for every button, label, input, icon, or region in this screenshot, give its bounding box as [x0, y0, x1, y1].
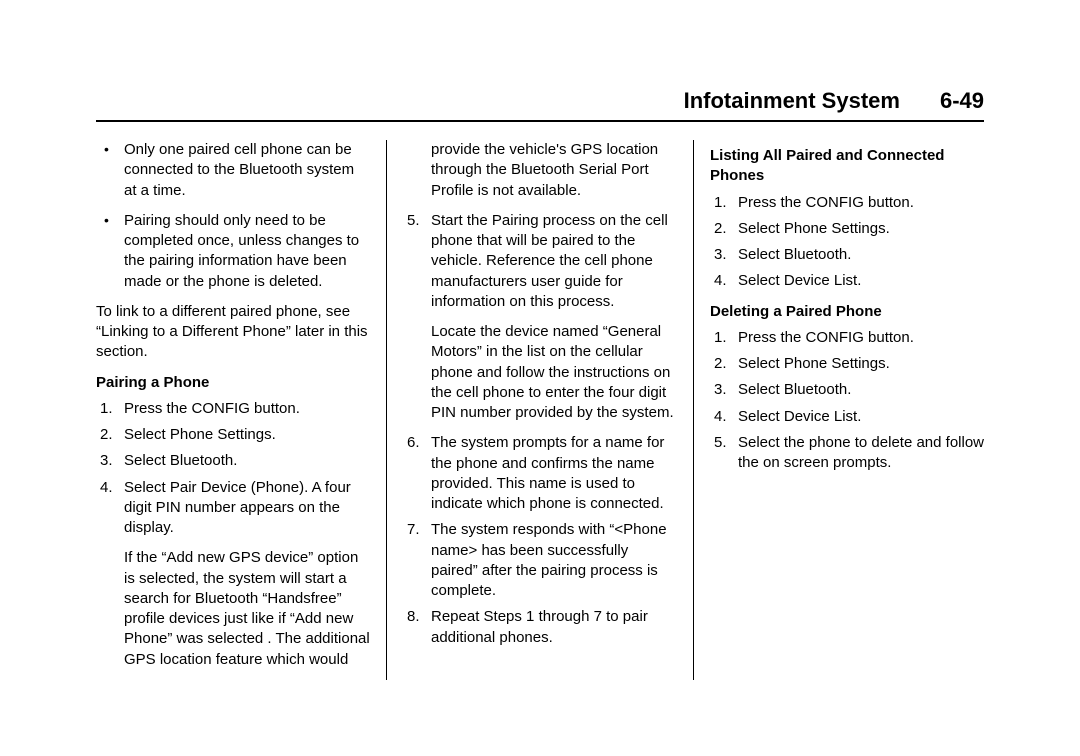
section-title: Infotainment System: [684, 88, 900, 114]
step-item: Select Bluetooth.: [732, 380, 984, 400]
info-bullets: Only one paired cell phone can be connec…: [96, 140, 370, 292]
step-item: Select Pair Device (Phone). A four digit…: [118, 478, 370, 539]
deleting-steps: Press the CONFIG button. Select Phone Se…: [710, 328, 984, 474]
bullet-item: Only one paired cell phone can be connec…: [114, 140, 370, 201]
listing-heading: Listing All Paired and Connected Phones: [710, 146, 984, 187]
step-item: The system prompts for a name for the ph…: [425, 433, 677, 514]
bullet-item: Pairing should only need to be completed…: [114, 211, 370, 292]
column-1: Only one paired cell phone can be connec…: [96, 140, 386, 680]
step-item: Select Bluetooth.: [118, 451, 370, 471]
pairing-steps-continued-2: The system prompts for a name for the ph…: [403, 433, 677, 648]
step-item: Repeat Steps 1 through 7 to pair additio…: [425, 607, 677, 648]
step-item: Select Phone Settings.: [732, 219, 984, 239]
step-subtext: Locate the device named “General Motors”…: [431, 322, 677, 423]
step-item: The system responds with “<Phone name> h…: [425, 520, 677, 601]
step-item: Select Device List.: [732, 271, 984, 291]
manual-page: Infotainment System 6-49 Only one paired…: [0, 0, 1080, 720]
pairing-steps: Press the CONFIG button. Select Phone Se…: [96, 399, 370, 539]
step-continuation: provide the vehicle's GPS location throu…: [431, 140, 677, 201]
step-item: Select Bluetooth.: [732, 245, 984, 265]
deleting-heading: Deleting a Paired Phone: [710, 302, 984, 322]
page-header: Infotainment System 6-49: [96, 88, 984, 122]
page-number: 6-49: [940, 88, 984, 114]
link-paragraph: To link to a different paired phone, see…: [96, 302, 370, 363]
pairing-heading: Pairing a Phone: [96, 373, 370, 393]
column-3: Listing All Paired and Connected Phones …: [694, 140, 984, 680]
pairing-steps-continued: Start the Pairing process on the cell ph…: [403, 211, 677, 312]
step-item: Select Phone Settings.: [732, 354, 984, 374]
step-item: Select Device List.: [732, 407, 984, 427]
step-item: Start the Pairing process on the cell ph…: [425, 211, 677, 312]
content-columns: Only one paired cell phone can be connec…: [96, 140, 984, 680]
column-2: provide the vehicle's GPS location throu…: [386, 140, 694, 680]
step-item: Select the phone to delete and follow th…: [732, 433, 984, 474]
step-item: Select Phone Settings.: [118, 425, 370, 445]
pairing-note: If the “Add new GPS device” option is se…: [124, 548, 370, 670]
listing-steps: Press the CONFIG button. Select Phone Se…: [710, 193, 984, 292]
step-item: Press the CONFIG button.: [118, 399, 370, 419]
step-item: Press the CONFIG button.: [732, 328, 984, 348]
step-item: Press the CONFIG button.: [732, 193, 984, 213]
